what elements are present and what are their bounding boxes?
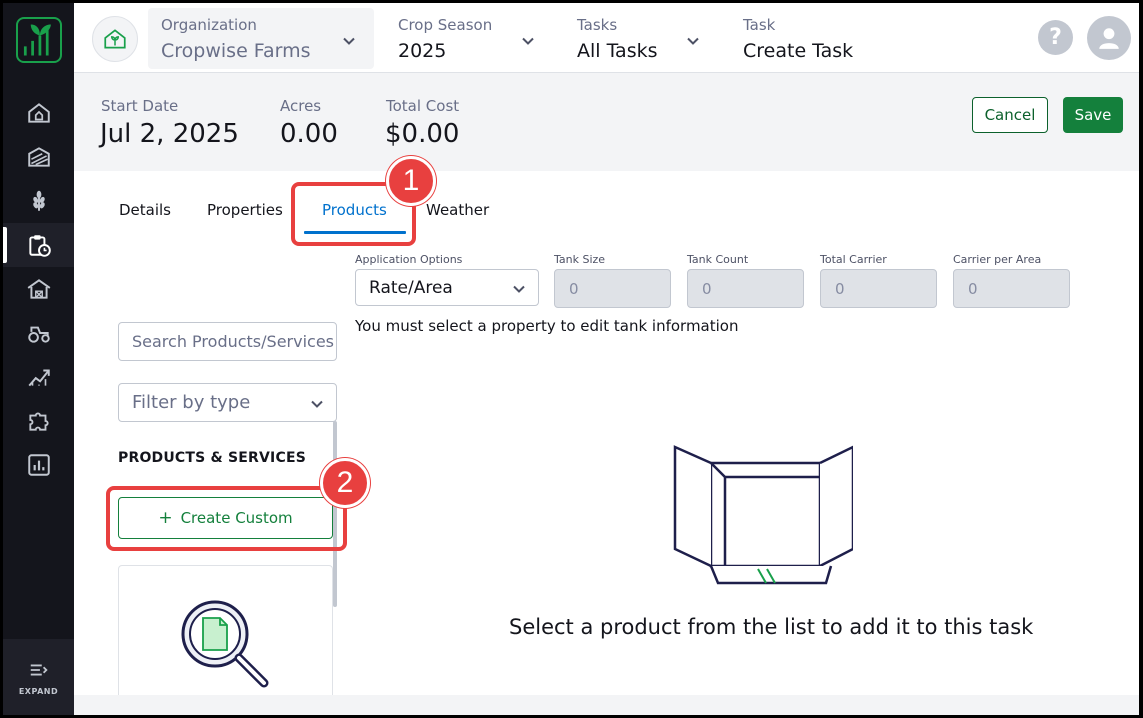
- clipboard-clock-icon: [28, 235, 51, 257]
- empty-search-card: [118, 565, 333, 715]
- tab-weather[interactable]: Weather: [426, 201, 489, 219]
- tank-size-input[interactable]: 0: [554, 269, 671, 308]
- callout-number: 1: [402, 164, 420, 197]
- task-summary-bar: Start Date Jul 2, 2025 Acres 0.00 Total …: [74, 73, 1139, 171]
- sidebar-item-barn[interactable]: [3, 267, 74, 311]
- callout-badge-1: 1: [386, 156, 436, 206]
- products-services-heading: PRODUCTS & SERVICES: [118, 450, 306, 466]
- magnifier-document-icon: [181, 600, 269, 688]
- help-button[interactable]: ?: [1038, 20, 1073, 55]
- start-date-label: Start Date: [101, 97, 179, 115]
- product-search-input[interactable]: Search Products/Services: [118, 322, 337, 361]
- total-cost-label: Total Cost: [386, 97, 460, 115]
- tank-count-value: 0: [702, 279, 712, 298]
- callout-highlight-create-custom: [106, 486, 347, 551]
- task-label: Task: [743, 16, 776, 34]
- task-value: Create Task: [743, 40, 854, 62]
- application-options-select[interactable]: Rate/Area: [355, 269, 539, 306]
- tank-size-value: 0: [569, 279, 579, 298]
- sidebar-item-reports[interactable]: [3, 443, 74, 487]
- acres-value: 0.00: [280, 119, 338, 149]
- open-box-icon: [673, 445, 853, 585]
- barn-icon: [27, 279, 50, 299]
- start-date-value[interactable]: Jul 2, 2025: [100, 119, 239, 149]
- puzzle-icon: [28, 412, 49, 431]
- sidebar-item-fields[interactable]: [3, 135, 74, 179]
- acres-label: Acres: [280, 97, 322, 115]
- total-carrier-value: 0: [835, 279, 845, 298]
- tab-details[interactable]: Details: [119, 201, 171, 219]
- chevron-down-icon: [311, 400, 323, 408]
- empty-state-message: Select a product from the list to add it…: [509, 615, 1034, 639]
- cancel-button[interactable]: Cancel: [972, 97, 1048, 133]
- chevron-down-icon: [513, 285, 525, 293]
- filter-placeholder: Filter by type: [132, 392, 251, 413]
- sidebar-item-tasks[interactable]: [3, 223, 74, 267]
- task-breadcrumb: Task Create Task: [731, 8, 881, 69]
- total-carrier-input[interactable]: 0: [820, 269, 937, 308]
- organization-label: Organization: [161, 16, 257, 34]
- tank-count-input[interactable]: 0: [687, 269, 804, 308]
- sidebar: EXPAND: [3, 3, 74, 715]
- save-button[interactable]: Save: [1063, 97, 1123, 133]
- expand-label: EXPAND: [18, 686, 59, 696]
- sidebar-item-integrations[interactable]: [3, 399, 74, 443]
- tasks-label: Tasks: [577, 16, 618, 34]
- chevron-down-icon: [687, 37, 699, 45]
- crop-season-label: Crop Season: [398, 16, 493, 34]
- tank-size-label: Tank Size: [554, 253, 606, 266]
- search-placeholder: Search Products/Services: [132, 332, 334, 351]
- tab-properties[interactable]: Properties: [207, 201, 283, 219]
- chevron-down-icon: [522, 37, 534, 45]
- sidebar-item-crops[interactable]: [3, 179, 74, 223]
- home-icon: [27, 103, 50, 123]
- chevron-down-icon: [343, 37, 355, 45]
- callout-number: 2: [336, 466, 354, 499]
- organization-value: Cropwise Farms: [161, 40, 311, 62]
- field-icon: [27, 147, 50, 167]
- growth-chart-icon: [28, 369, 50, 387]
- org-avatar[interactable]: [92, 16, 138, 62]
- filter-by-type-select[interactable]: Filter by type: [118, 383, 337, 422]
- tasks-value: All Tasks: [577, 40, 658, 62]
- carrier-per-area-input[interactable]: 0: [953, 269, 1070, 308]
- tractor-icon: [27, 326, 50, 343]
- total-cost-value: $0.00: [385, 119, 460, 149]
- top-header: Organization Cropwise Farms Crop Season …: [74, 3, 1139, 73]
- cropwise-logo-icon[interactable]: [16, 17, 62, 63]
- bottom-bar: [74, 695, 1139, 715]
- carrier-per-area-value: 0: [968, 279, 978, 298]
- tank-info-message: You must select a property to edit tank …: [355, 317, 739, 335]
- carrier-per-area-label: Carrier per Area: [953, 253, 1042, 266]
- application-options-value: Rate/Area: [369, 277, 453, 298]
- bar-chart-icon: [27, 454, 50, 476]
- sidebar-item-insights[interactable]: [3, 355, 74, 399]
- crop-season-value: 2025: [398, 40, 447, 62]
- application-options-label: Application Options: [355, 253, 463, 266]
- help-icon: ?: [1049, 25, 1062, 50]
- farm-house-icon: [104, 29, 126, 49]
- tasks-select[interactable]: Tasks All Tasks: [565, 8, 710, 69]
- app-frame: EXPAND Organization Cropwise Farms Crop …: [3, 3, 1139, 715]
- crop-season-select[interactable]: Crop Season 2025: [386, 8, 546, 69]
- total-carrier-label: Total Carrier: [820, 253, 887, 266]
- organization-select[interactable]: Organization Cropwise Farms: [148, 8, 374, 69]
- callout-badge-2: 2: [320, 458, 370, 508]
- sidebar-item-home[interactable]: [3, 91, 74, 135]
- sidebar-item-equipment[interactable]: [3, 311, 74, 355]
- crop-icon: [32, 190, 45, 211]
- sidebar-expand-button[interactable]: EXPAND: [3, 639, 74, 715]
- tank-count-label: Tank Count: [687, 253, 749, 266]
- expand-menu-icon: [30, 664, 48, 675]
- user-avatar-button[interactable]: [1087, 16, 1131, 60]
- user-icon: [1099, 28, 1119, 49]
